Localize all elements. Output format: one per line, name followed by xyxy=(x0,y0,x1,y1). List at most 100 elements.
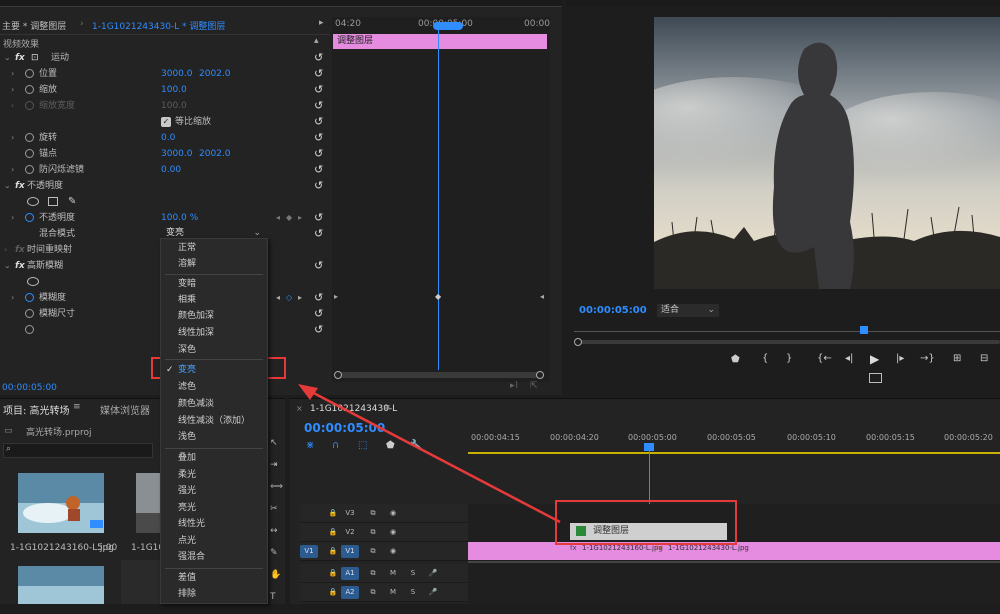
blend-option[interactable]: 滤色 xyxy=(161,379,267,396)
zoom-scrollbar[interactable] xyxy=(336,372,544,378)
mark-in-icon[interactable]: { xyxy=(762,353,768,364)
reset-icon[interactable]: ↺ xyxy=(314,114,328,130)
clip-label[interactable]: 1-1G1021243430-L * 调整图层 xyxy=(92,19,225,32)
sync-lock-icon[interactable]: ⧉ xyxy=(364,586,382,599)
expand-icon[interactable]: › xyxy=(11,82,14,98)
go-to-in-icon[interactable]: {← xyxy=(817,353,832,364)
stopwatch-icon[interactable] xyxy=(25,213,34,222)
blend-option[interactable]: 线性光 xyxy=(161,516,267,533)
reset-icon[interactable]: ↺ xyxy=(314,226,328,242)
fx-icon[interactable]: fx xyxy=(15,178,25,194)
blend-option[interactable]: 溶解 xyxy=(161,256,267,273)
playhead-line[interactable] xyxy=(438,26,439,370)
expand-icon[interactable]: › xyxy=(11,290,14,306)
stopwatch-icon[interactable] xyxy=(25,293,34,302)
anchor-y-value[interactable]: 2002.0 xyxy=(199,146,231,162)
clip-thumbnail[interactable] xyxy=(121,560,161,604)
stopwatch-icon[interactable] xyxy=(25,165,34,174)
track-target-a1[interactable]: A1 xyxy=(341,567,359,580)
selection-tool-icon[interactable]: ↖ xyxy=(270,438,283,460)
reset-icon[interactable]: ↺ xyxy=(314,162,328,178)
stopwatch-icon[interactable] xyxy=(25,149,34,158)
program-scrollbar[interactable] xyxy=(578,340,1000,344)
blend-option[interactable]: 线性减淡（添加） xyxy=(161,413,267,430)
reset-icon[interactable]: ↺ xyxy=(314,50,328,66)
disclosure-open-icon[interactable]: ⌄ xyxy=(4,258,11,274)
blend-option[interactable]: 颜色加深 xyxy=(161,308,267,325)
search-input[interactable] xyxy=(3,443,153,458)
blend-option[interactable]: 排除 xyxy=(161,586,267,603)
position-y-value[interactable]: 2002.0 xyxy=(199,66,231,82)
program-video-frame[interactable] xyxy=(654,17,1000,289)
stopwatch-icon[interactable] xyxy=(25,69,34,78)
media-browser-tab[interactable]: 媒体浏览器 xyxy=(100,402,150,417)
reset-icon[interactable]: ↺ xyxy=(314,130,328,146)
blend-option[interactable]: 叠加 xyxy=(161,450,267,467)
project-tab[interactable]: 项目: 高光转场 xyxy=(3,402,70,417)
blend-option[interactable]: 强混合 xyxy=(161,549,267,566)
track-target-v1[interactable]: V1 xyxy=(341,545,359,558)
prev-keyframe-icon[interactable]: ◂ xyxy=(276,290,280,306)
track-target-a2[interactable]: A2 xyxy=(341,586,359,599)
step-back-icon[interactable]: ◂| xyxy=(845,353,853,364)
microphone-icon[interactable]: 🎤 xyxy=(424,586,442,599)
sync-lock-icon[interactable]: ⧉ xyxy=(364,567,382,580)
stopwatch-icon[interactable] xyxy=(25,85,34,94)
keyframe-icon[interactable]: ◆ xyxy=(435,292,441,301)
lock-icon[interactable]: 🔒 xyxy=(324,586,342,599)
master-clip-label[interactable]: 主要 * 调整图层 xyxy=(2,19,66,32)
menu-icon[interactable]: ≡ xyxy=(73,402,81,412)
mute-button[interactable]: M xyxy=(384,567,402,580)
eye-icon[interactable]: ◉ xyxy=(384,545,402,558)
rotation-value[interactable]: 0.0 xyxy=(161,130,175,146)
v1-clip-b[interactable]: 1-1G1021243430-L.jpg xyxy=(668,544,749,552)
source-patch-v1[interactable]: V1 xyxy=(300,545,318,558)
stopwatch-icon[interactable] xyxy=(25,325,34,334)
uniform-scale-checkbox[interactable]: ✓ xyxy=(161,117,171,127)
disclosure-open-icon[interactable]: ⌄ xyxy=(4,50,11,66)
blend-option[interactable]: 深色 xyxy=(161,342,267,359)
stopwatch-icon[interactable] xyxy=(25,309,34,318)
lock-icon[interactable]: 🔒 xyxy=(324,567,342,580)
blend-option[interactable]: 浅色 xyxy=(161,429,267,446)
stopwatch-icon[interactable] xyxy=(25,133,34,142)
anchor-x-value[interactable]: 3000.0 xyxy=(161,146,193,162)
blend-option[interactable]: 点光 xyxy=(161,533,267,550)
add-keyframe-icon[interactable]: ◆ xyxy=(286,210,292,226)
position-x-value[interactable]: 3000.0 xyxy=(161,66,193,82)
program-playhead[interactable] xyxy=(860,326,868,334)
motion-row[interactable]: ⌄ fx ⊡ 运动 ↺ xyxy=(0,50,330,66)
lock-icon[interactable]: 🔒 xyxy=(324,545,342,558)
clip-bar[interactable]: 调整图层 xyxy=(333,34,547,49)
expand-icon[interactable]: › xyxy=(11,162,14,178)
antiflicker-value[interactable]: 0.00 xyxy=(161,162,181,178)
blend-option[interactable]: 相乘 xyxy=(161,292,267,309)
solo-button[interactable]: S xyxy=(404,567,422,580)
slip-tool-icon[interactable]: ↔ xyxy=(270,526,283,548)
zoom-select[interactable]: 适合 ⌄ xyxy=(657,304,719,317)
clip-thumbnail[interactable] xyxy=(18,566,104,604)
scale-value[interactable]: 100.0 xyxy=(161,82,187,98)
next-keyframe-icon[interactable]: ▸ xyxy=(298,290,302,306)
next-keyframe-icon[interactable]: ▸ xyxy=(298,210,302,226)
disclosure-open-icon[interactable]: ⌄ xyxy=(4,178,11,194)
reset-icon[interactable]: ↺ xyxy=(314,146,328,162)
play-icon[interactable]: ▶ xyxy=(870,352,879,366)
reset-icon[interactable]: ↺ xyxy=(314,98,328,114)
blend-option[interactable]: 柔光 xyxy=(161,467,267,484)
reset-icon[interactable]: ↺ xyxy=(314,322,328,338)
track-select-icon[interactable]: ⇥ xyxy=(270,460,283,482)
sync-lock-icon[interactable]: ⧉ xyxy=(364,545,382,558)
blend-option[interactable]: 颜色减淡 xyxy=(161,396,267,413)
blend-option[interactable]: 亮光 xyxy=(161,500,267,517)
fx-icon[interactable]: fx xyxy=(15,258,25,274)
type-tool-icon[interactable]: T xyxy=(270,592,283,614)
fx-icon[interactable]: fx xyxy=(15,50,25,66)
scroll-up-icon[interactable]: ▴ xyxy=(314,36,319,46)
expand-icon[interactable]: › xyxy=(11,66,14,82)
effect-controls-timecode[interactable]: 00:00:05:00 xyxy=(2,383,57,393)
hand-tool-icon[interactable]: ✋ xyxy=(270,570,283,592)
blend-option[interactable]: 线性加深 xyxy=(161,325,267,342)
blend-option[interactable]: 变暗 xyxy=(161,276,267,293)
prev-keyframe-icon[interactable]: ◂ xyxy=(276,210,280,226)
